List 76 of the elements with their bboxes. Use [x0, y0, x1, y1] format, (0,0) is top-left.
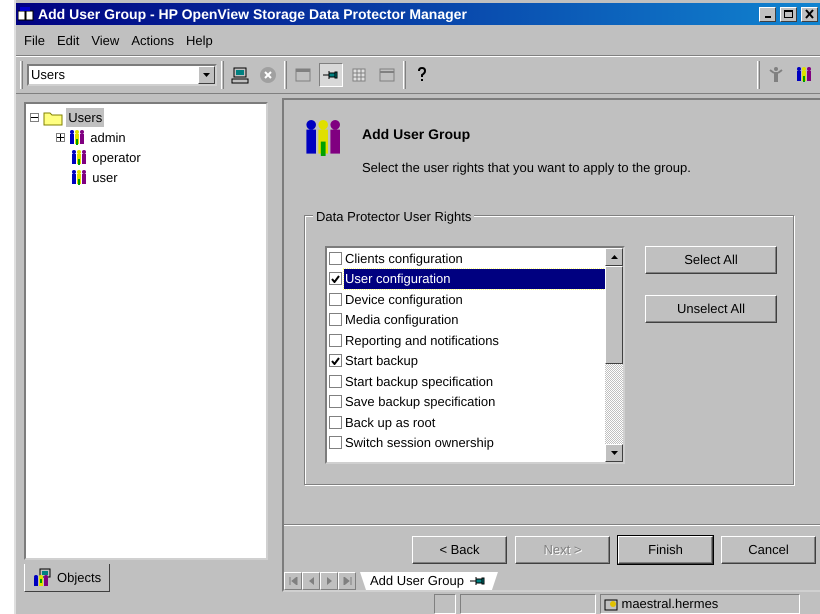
list-item[interactable]: Start backup specification: [344, 372, 494, 391]
grid-icon[interactable]: [350, 66, 368, 84]
close-button[interactable]: [801, 6, 818, 22]
checkbox[interactable]: [329, 252, 342, 265]
window-icon[interactable]: [378, 66, 396, 84]
scrollbar[interactable]: [605, 248, 623, 462]
menu-item[interactable]: View: [85, 31, 126, 50]
person-icon[interactable]: [767, 66, 785, 84]
checkbox[interactable]: [329, 354, 342, 368]
wizard-button[interactable]: < Back: [412, 536, 507, 564]
select-button[interactable]: Select All: [645, 246, 777, 274]
checkbox[interactable]: [329, 395, 342, 408]
check-icon: [331, 274, 340, 283]
checkbox[interactable]: [329, 436, 342, 450]
caret-icon: [203, 72, 210, 76]
collapse-icon: [31, 114, 38, 121]
wizard-title: Add User Group: [362, 124, 472, 144]
checkbox[interactable]: [329, 416, 342, 429]
objects-icon: [33, 568, 51, 586]
wizard-subtitle: Select the user rights that you want to apply to the group.: [362, 158, 691, 177]
next-icon[interactable]: [324, 577, 334, 585]
tree-item[interactable]: Users: [66, 108, 104, 128]
select-button[interactable]: Unselect All: [645, 295, 777, 323]
expand-icon: [57, 134, 64, 141]
list-item[interactable]: Reporting and notifications: [344, 330, 500, 350]
check-icon: [331, 356, 340, 365]
maximize-icon: [783, 9, 794, 19]
close-icon: [804, 9, 815, 19]
tree-item[interactable]: user: [90, 168, 120, 188]
last-icon[interactable]: [342, 577, 352, 585]
checkbox[interactable]: [329, 292, 342, 306]
list-item[interactable]: Media configuration: [344, 310, 460, 330]
host-icon: [604, 597, 618, 611]
wizard-button[interactable]: Finish: [618, 536, 713, 564]
expand-toggle[interactable]: [30, 113, 39, 122]
app-icon: [18, 7, 34, 21]
expand-toggle[interactable]: [56, 133, 65, 142]
group-icon: [69, 130, 85, 146]
checkbox[interactable]: [329, 334, 342, 347]
panel-tab[interactable]: Objects: [24, 564, 110, 592]
list-item[interactable]: Back up as root: [344, 412, 436, 432]
tree-item[interactable]: operator: [90, 148, 143, 168]
cancel-icon[interactable]: [259, 66, 277, 84]
minimize-icon: [764, 16, 770, 18]
context-dropdown[interactable]: Users: [27, 64, 217, 86]
first-icon[interactable]: [288, 577, 298, 585]
prev-icon[interactable]: [306, 577, 316, 585]
list-item[interactable]: Device configuration: [344, 290, 464, 309]
maximize-button[interactable]: [780, 6, 797, 22]
computer-icon[interactable]: [231, 66, 249, 84]
wizard-button[interactable]: Cancel: [721, 536, 816, 564]
group-icon[interactable]: [796, 66, 812, 82]
list-item[interactable]: Start backup: [344, 351, 419, 370]
tree-item[interactable]: admin: [88, 128, 128, 148]
minimize-button[interactable]: [759, 6, 776, 22]
menu-item[interactable]: File: [18, 31, 51, 50]
checkbox[interactable]: [329, 313, 342, 326]
menu-item[interactable]: Help: [180, 31, 219, 50]
group-icon: [71, 150, 87, 166]
up-arrow-icon: [610, 255, 618, 259]
menu-item[interactable]: Actions: [125, 31, 180, 50]
list-item[interactable]: Save backup specification: [344, 392, 496, 412]
menu-item[interactable]: Edit: [50, 31, 86, 50]
window-title: Add User Group - HP OpenView Storage Data Protector Manager: [38, 4, 468, 24]
list-item[interactable]: User configuration: [344, 269, 605, 288]
status-panel: maestral.hermes: [600, 594, 800, 614]
checkbox[interactable]: [329, 374, 342, 388]
panel-icon[interactable]: [294, 66, 312, 84]
document-tab[interactable]: Add User Group: [360, 572, 498, 590]
checkbox[interactable]: [329, 272, 342, 286]
group-icon: [71, 170, 87, 186]
list-item[interactable]: Switch session ownership: [344, 433, 495, 452]
status-panel: [434, 594, 456, 614]
list-item[interactable]: Clients configuration: [344, 248, 464, 268]
down-arrow-icon: [610, 451, 618, 455]
folder-icon: [43, 110, 63, 126]
